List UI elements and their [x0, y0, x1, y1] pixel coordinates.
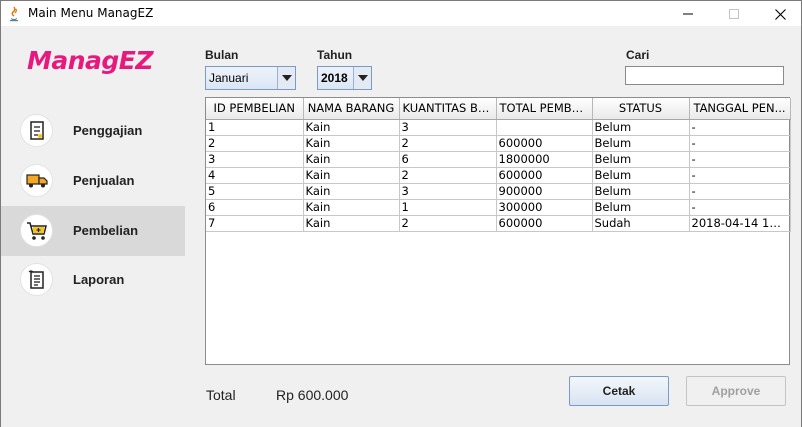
sidebar-item-label: Penjualan — [73, 173, 135, 188]
column-header-status[interactable]: STATUS — [592, 98, 690, 120]
table-cell[interactable]: 3 — [206, 151, 304, 168]
sidebar-item-label: Penggajian — [73, 123, 143, 138]
table-cell[interactable]: 600000 — [496, 167, 593, 184]
tahun-select[interactable]: 2018 — [317, 66, 372, 90]
table-cell[interactable]: 6 — [399, 151, 497, 168]
sidebar: ManagEZ Penggajian Penjualan Pembelian L… — [1, 26, 185, 427]
table-row[interactable]: 2 Kain 2 600000 Belum - — [206, 135, 791, 152]
column-header-tanggal[interactable]: TANGGAL PEN... — [689, 98, 791, 120]
table-cell[interactable]: 2 — [399, 135, 497, 152]
table-cell[interactable]: - — [689, 119, 791, 136]
table-row[interactable]: 4 Kain 2 600000 Belum - — [206, 167, 791, 184]
title-bar: Main Menu ManagEZ — [0, 0, 802, 26]
table-cell[interactable]: 2 — [206, 135, 304, 152]
table-cell[interactable]: - — [689, 167, 791, 184]
table-cell[interactable]: 2 — [399, 167, 497, 184]
bulan-select-value: Januari — [206, 67, 277, 89]
total-value: Rp 600.000 — [276, 387, 349, 403]
table-cell[interactable]: Belum — [592, 135, 690, 152]
table-cell[interactable]: - — [689, 151, 791, 168]
table-cell[interactable]: 900000 — [496, 183, 593, 200]
table-cell[interactable]: - — [689, 135, 791, 152]
table-cell[interactable]: Kain — [303, 199, 400, 216]
sidebar-item-label: Laporan — [73, 272, 125, 287]
table-cell[interactable]: 1 — [399, 199, 497, 216]
java-app-icon — [7, 6, 21, 22]
table-cell[interactable]: 7 — [206, 215, 304, 232]
bulan-label: Bulan — [205, 48, 239, 62]
tahun-label: Tahun — [317, 48, 353, 62]
bulan-select[interactable]: Januari — [205, 66, 296, 90]
column-header-kuantitas[interactable]: KUANTITAS BA... — [399, 98, 497, 120]
sidebar-item-pembelian[interactable]: Pembelian — [1, 206, 185, 256]
tahun-select-value: 2018 — [318, 67, 353, 89]
sidebar-item-penggajian[interactable]: Penggajian — [1, 106, 185, 156]
table-cell[interactable] — [496, 119, 593, 136]
table-row[interactable]: 7 Kain 2 600000 Sudah 2018-04-14 16:... — [206, 215, 791, 232]
table-cell[interactable]: Kain — [303, 135, 400, 152]
table-row[interactable]: 6 Kain 1 300000 Belum - — [206, 199, 791, 216]
sidebar-item-label: Pembelian — [73, 223, 139, 238]
table-cell[interactable]: 3 — [399, 119, 497, 136]
table-cell[interactable]: Belum — [592, 119, 690, 136]
table-cell[interactable]: Kain — [303, 167, 400, 184]
total-label: Total — [206, 387, 236, 403]
table-cell[interactable]: 600000 — [496, 215, 593, 232]
receipt-icon — [20, 114, 53, 147]
table-cell[interactable]: Belum — [592, 151, 690, 168]
app-logo: ManagEZ — [27, 46, 154, 75]
table-cell[interactable]: 600000 — [496, 135, 593, 152]
table-cell[interactable]: Belum — [592, 183, 690, 200]
minimize-icon — [683, 13, 693, 15]
table-cell[interactable]: 4 — [206, 167, 304, 184]
cart-icon — [20, 214, 53, 247]
table-row[interactable]: 3 Kain 6 1800000 Belum - — [206, 151, 791, 168]
chevron-down-icon[interactable] — [353, 67, 371, 89]
table-cell[interactable]: - — [689, 199, 791, 216]
main-panel: Bulan Januari Tahun 2018 Cari ID PEMBELI… — [185, 26, 801, 427]
table-cell[interactable]: Kain — [303, 151, 400, 168]
table-cell[interactable]: 2018-04-14 16:... — [689, 215, 791, 232]
table-cell[interactable]: 1800000 — [496, 151, 593, 168]
chevron-down-icon[interactable] — [277, 67, 295, 89]
cetak-button[interactable]: Cetak — [569, 376, 669, 406]
truck-icon — [20, 164, 53, 197]
table-cell[interactable]: 1 — [206, 119, 304, 136]
column-header-id[interactable]: ID PEMBELIAN — [206, 98, 304, 120]
maximize-icon — [729, 9, 739, 19]
table-cell[interactable]: Kain — [303, 215, 400, 232]
sidebar-item-laporan[interactable]: Laporan — [1, 255, 185, 305]
table-cell[interactable]: Kain — [303, 119, 400, 136]
table-header-row: ID PEMBELIAN NAMA BARANG KUANTITAS BA...… — [206, 98, 791, 120]
report-icon — [20, 263, 53, 296]
column-header-nama[interactable]: NAMA BARANG — [303, 98, 400, 120]
table-cell[interactable]: - — [689, 183, 791, 200]
maximize-button[interactable] — [711, 1, 757, 27]
table-cell[interactable]: 5 — [206, 183, 304, 200]
close-icon — [774, 8, 786, 20]
table-cell[interactable]: Kain — [303, 183, 400, 200]
table-row[interactable]: 1 Kain 3 Belum - — [206, 119, 791, 136]
approve-button[interactable]: Approve — [686, 376, 786, 406]
sidebar-item-penjualan[interactable]: Penjualan — [1, 156, 185, 206]
table-cell[interactable]: Belum — [592, 167, 690, 184]
column-header-total[interactable]: TOTAL PEMBE... — [496, 98, 593, 120]
pembelian-table[interactable]: ID PEMBELIAN NAMA BARANG KUANTITAS BA...… — [205, 97, 791, 365]
table-row[interactable]: 5 Kain 3 900000 Belum - — [206, 183, 791, 200]
table-cell[interactable]: 2 — [399, 215, 497, 232]
close-button[interactable] — [757, 1, 802, 27]
cari-label: Cari — [626, 48, 650, 62]
minimize-button[interactable] — [665, 1, 711, 27]
table-cell[interactable]: Belum — [592, 199, 690, 216]
table-cell[interactable]: 300000 — [496, 199, 593, 216]
window-title: Main Menu ManagEZ — [28, 6, 154, 20]
table-cell[interactable]: 6 — [206, 199, 304, 216]
table-cell[interactable]: 3 — [399, 183, 497, 200]
search-input[interactable] — [625, 66, 784, 85]
table-cell[interactable]: Sudah — [592, 215, 690, 232]
